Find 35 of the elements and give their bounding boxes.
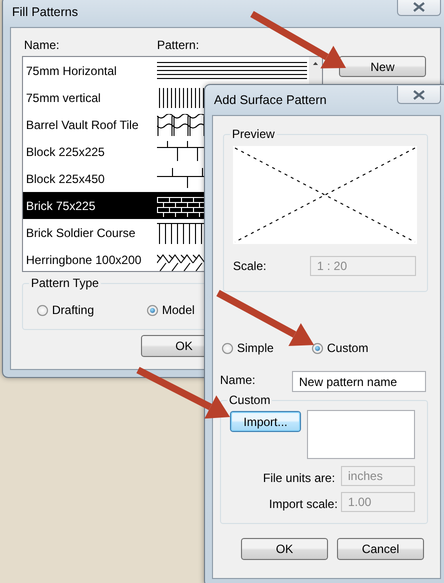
import-scale-label: Import scale: <box>269 497 338 511</box>
pattern-name: Brick Soldier Course <box>25 226 136 240</box>
window-title: Add Surface Pattern <box>213 93 327 107</box>
pattern-name: Block 225x450 <box>25 172 106 186</box>
pattern-name: 75mm vertical <box>25 90 102 104</box>
ok-button[interactable]: OK <box>241 538 328 560</box>
group-label: Pattern Type <box>29 276 101 290</box>
group-label: Preview <box>230 127 277 141</box>
scale-field: 1 : 20 <box>310 256 416 276</box>
pattern-name: Barrel Vault Roof Tile <box>25 118 140 132</box>
file-units-label: File units are: <box>263 471 336 485</box>
cancel-button[interactable]: Cancel <box>337 538 424 560</box>
group-label: Custom <box>227 393 272 407</box>
close-button[interactable] <box>397 86 441 104</box>
radio-option[interactable]: Drafting <box>37 303 94 317</box>
column-header: Pattern: <box>157 38 200 52</box>
pattern-name: Block 225x225 <box>25 144 106 158</box>
pattern-name: Herringbone 100x200 <box>25 252 142 266</box>
close-button[interactable] <box>397 0 441 16</box>
close-icon <box>413 2 425 12</box>
name-label: Name: <box>220 373 256 387</box>
pattern-name: Brick 75x225 <box>25 198 96 212</box>
close-icon <box>413 90 425 100</box>
pattern-name: 75mm Horizontal <box>25 64 118 78</box>
file-units-field: inches <box>341 466 415 486</box>
import-scale-field: 1.00 <box>341 492 415 512</box>
list-row[interactable]: 75mm Horizontal <box>23 57 310 84</box>
column-header: Name: <box>24 38 60 52</box>
new-button[interactable]: New <box>339 56 426 77</box>
radio-option[interactable]: Model <box>147 303 195 317</box>
window-title: Fill Patterns <box>11 5 78 19</box>
scale-label: Scale: <box>233 259 266 273</box>
radio-option[interactable]: Custom <box>312 341 368 355</box>
import-button[interactable]: Import... <box>230 411 301 432</box>
name-field[interactable]: New pattern name <box>292 371 426 392</box>
